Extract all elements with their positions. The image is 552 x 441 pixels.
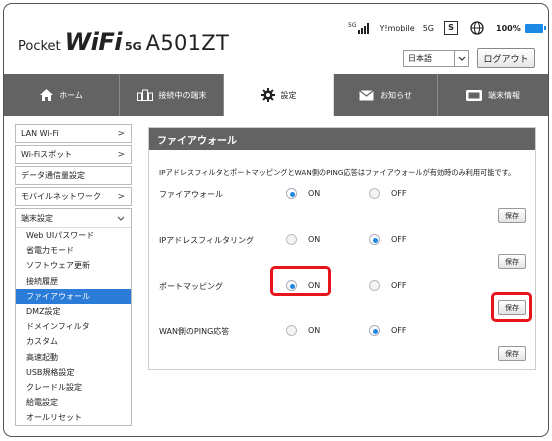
wan-ping-on-radio[interactable]: ON bbox=[286, 325, 320, 336]
firewall-on-radio[interactable]: ON bbox=[286, 188, 320, 199]
chevron-down-icon bbox=[454, 51, 468, 66]
ip-filtering-off-radio[interactable]: OFF bbox=[369, 234, 407, 245]
tab-home[interactable]: ホーム bbox=[4, 74, 120, 116]
sidebar-item-webui-password[interactable]: Web UIパスワード bbox=[16, 228, 131, 243]
brand-logo: Pocket WiFi 5G A501ZT bbox=[18, 28, 229, 58]
sidebar-item-firewall[interactable]: ファイアウォール bbox=[16, 288, 131, 304]
sidebar-item-reset-all[interactable]: オールリセット bbox=[16, 410, 131, 425]
sidebar-item-wifi-spot[interactable]: Wi-Fiスポット > bbox=[15, 145, 132, 164]
ip-filtering-on-radio[interactable]: ON bbox=[286, 234, 320, 245]
sidebar-item-data-usage[interactable]: データ通信量設定 bbox=[15, 166, 132, 185]
battery-icon bbox=[524, 23, 546, 33]
sidebar-item-power-saving[interactable]: 省電力モード bbox=[16, 243, 131, 258]
wan-ping-off-radio[interactable]: OFF bbox=[369, 325, 407, 336]
brand-pocket: Pocket bbox=[18, 39, 61, 54]
firewall-panel: ファイアウォール IPアドレスフィルタとポートマッピングとWAN側のPING応答… bbox=[148, 127, 536, 370]
firewall-notice: IPアドレスフィルタとポートマッピングとWAN側のPING応答はファイアウォール… bbox=[159, 168, 516, 177]
gear-icon bbox=[260, 88, 275, 102]
radio-label: OFF bbox=[391, 326, 407, 335]
sidebar-item-cradle[interactable]: クレードル設定 bbox=[16, 380, 131, 395]
tab-device-info-label: 端末情報 bbox=[488, 90, 520, 100]
radio-label: OFF bbox=[391, 235, 407, 244]
mail-icon bbox=[359, 89, 374, 100]
radio-unselected-icon bbox=[369, 188, 380, 199]
radio-selected-icon bbox=[286, 188, 297, 199]
highlight-port-mapping-on bbox=[270, 266, 331, 296]
battery-percent: 100% bbox=[496, 23, 521, 33]
port-mapping-off-radio[interactable]: OFF bbox=[369, 280, 407, 291]
tab-connected-devices[interactable]: 接続中の端末 bbox=[120, 74, 224, 116]
sidebar-item-label: Wi-Fiスポット bbox=[21, 150, 73, 159]
sidebar-item-connection-history[interactable]: 接続履歴 bbox=[16, 274, 131, 289]
tab-connected-devices-label: 接続中の端末 bbox=[158, 90, 207, 100]
router-web-ui: Pocket WiFi 5G A501ZT 5G Y!mobile 5G S 1… bbox=[3, 3, 549, 437]
radio-label: OFF bbox=[391, 281, 407, 290]
network-type: 5G bbox=[422, 23, 434, 33]
sidebar-item-dmz[interactable]: DMZ設定 bbox=[16, 304, 131, 319]
radio-label: ON bbox=[308, 189, 321, 198]
page-title: ファイアウォール bbox=[149, 128, 535, 150]
radio-selected-icon bbox=[369, 325, 380, 336]
sidebar-item-usb[interactable]: USB規格設定 bbox=[16, 365, 131, 380]
radio-label: ON bbox=[308, 326, 321, 335]
tab-settings-label: 設定 bbox=[280, 90, 297, 100]
status-bar: 5G Y!mobile 5G S 100% bbox=[348, 21, 546, 35]
sidebar-item-label: LAN Wi-Fi bbox=[21, 129, 59, 138]
sidebar-item-label: 端末設定 bbox=[21, 213, 53, 223]
home-icon bbox=[40, 89, 54, 101]
chevron-right-icon: > bbox=[117, 150, 125, 160]
row-label-ip-filtering: IPアドレスフィルタリング bbox=[159, 236, 255, 245]
globe-icon bbox=[470, 21, 484, 35]
save-button-ip-filtering[interactable]: 保存 bbox=[498, 254, 526, 269]
sidebar-item-fast-boot[interactable]: 高速起動 bbox=[16, 350, 131, 365]
sidebar-item-power-supply[interactable]: 給電設定 bbox=[16, 395, 131, 410]
sidebar-item-custom[interactable]: カスタム bbox=[16, 334, 131, 349]
radio-unselected-icon bbox=[369, 280, 380, 291]
sidebar-item-device-settings[interactable]: 端末設定 bbox=[16, 209, 131, 228]
sim-icon: S bbox=[444, 21, 458, 35]
sidebar-item-lan-wifi[interactable]: LAN Wi-Fi > bbox=[15, 124, 132, 143]
highlight-save-button bbox=[491, 292, 532, 322]
row-label-wan-ping: WAN側のPING応答 bbox=[159, 327, 230, 336]
carrier-name: Y!mobile bbox=[379, 23, 415, 33]
chevron-right-icon: > bbox=[117, 129, 125, 139]
radio-unselected-icon bbox=[286, 325, 297, 336]
devices-icon bbox=[136, 89, 153, 101]
signal-strength-icon: 5G bbox=[348, 22, 370, 34]
radio-label: OFF bbox=[391, 189, 407, 198]
language-selected-value: 日本語 bbox=[408, 54, 432, 63]
sidebar-item-label: データ通信量設定 bbox=[21, 171, 85, 180]
brand-wifi: WiFi bbox=[64, 28, 123, 56]
radio-label: ON bbox=[308, 235, 321, 244]
save-button-wan-ping[interactable]: 保存 bbox=[498, 346, 526, 361]
row-label-port-mapping: ポートマッピング bbox=[159, 282, 223, 291]
logout-button[interactable]: ログアウト bbox=[477, 48, 535, 68]
tab-notifications[interactable]: お知らせ bbox=[334, 74, 438, 116]
tab-home-label: ホーム bbox=[59, 90, 83, 100]
save-button-firewall[interactable]: 保存 bbox=[498, 208, 526, 223]
sidebar-item-label: モバイルネットワーク bbox=[21, 192, 101, 201]
brand-model: A501ZT bbox=[145, 31, 230, 55]
language-select[interactable]: 日本語 bbox=[403, 50, 469, 67]
brand-5g: 5G bbox=[124, 40, 142, 53]
tab-device-info[interactable]: 端末情報 bbox=[438, 74, 548, 116]
sidebar: LAN Wi-Fi > Wi-Fiスポット > データ通信量設定 モバイルネットワー… bbox=[15, 124, 132, 427]
row-label-firewall: ファイアウォール bbox=[159, 190, 223, 199]
chevron-right-icon: > bbox=[117, 192, 125, 202]
main-nav: ホーム 接続中の端末 設定 お知らせ 端末情報 bbox=[4, 74, 548, 116]
header: Pocket WiFi 5G A501ZT 5G Y!mobile 5G S 1… bbox=[4, 4, 548, 74]
radio-selected-icon bbox=[369, 234, 380, 245]
sidebar-item-software-update[interactable]: ソフトウェア更新 bbox=[16, 258, 131, 273]
firewall-off-radio[interactable]: OFF bbox=[369, 188, 407, 199]
sidebar-item-mobile-network[interactable]: モバイルネットワーク > bbox=[15, 187, 132, 206]
radio-unselected-icon bbox=[286, 234, 297, 245]
sidebar-group-device-settings: 端末設定 Web UIパスワード 省電力モード ソフトウェア更新 接続履歴 ファ… bbox=[15, 208, 132, 427]
tab-notifications-label: お知らせ bbox=[380, 90, 412, 100]
chevron-down-icon bbox=[117, 212, 125, 225]
device-info-icon bbox=[466, 89, 482, 101]
tab-settings[interactable]: 設定 bbox=[224, 74, 334, 116]
sidebar-item-domain-filter[interactable]: ドメインフィルタ bbox=[16, 319, 131, 334]
